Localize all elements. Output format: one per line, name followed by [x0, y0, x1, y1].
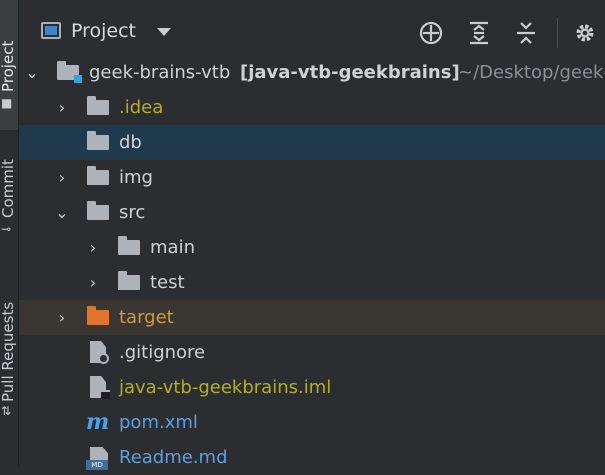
project-tab-icon: ■: [1, 96, 13, 110]
tab-commit[interactable]: Commit: [0, 148, 19, 218]
tree-row-root[interactable]: ⌄ geek-brains-vtb [java-vtb-geekbrains] …: [19, 55, 605, 90]
module-badge-icon: [101, 390, 110, 399]
tree-label: src: [119, 202, 146, 223]
chevron-right-icon[interactable]: ›: [86, 265, 100, 300]
tree-label: main: [150, 237, 195, 258]
view-title[interactable]: Project: [71, 20, 136, 42]
chevron-down-icon[interactable]: ⌄: [25, 55, 39, 90]
tree-row-target[interactable]: › target: [19, 300, 605, 335]
tree-label: java-vtb-geekbrains.iml: [119, 377, 332, 398]
tree-row-main[interactable]: › main: [19, 230, 605, 265]
project-tree: ⌄ geek-brains-vtb [java-vtb-geekbrains] …: [19, 55, 605, 475]
tree-row-test[interactable]: › test: [19, 265, 605, 300]
gear-icon[interactable]: [571, 16, 599, 50]
locate-icon[interactable]: [417, 16, 445, 50]
folder-icon: [87, 201, 109, 220]
tree-label: target: [119, 307, 174, 328]
pull-requests-tab-icon: ⇅: [1, 404, 12, 418]
tool-window-strip: Project ■ Commit ⊸ Pull Requests ⇅: [0, 0, 19, 466]
ignore-badge-icon: [98, 353, 109, 364]
chevron-right-icon[interactable]: ›: [55, 300, 69, 335]
commit-tab-icon: ⊸: [1, 222, 12, 236]
tree-label: .gitignore: [119, 342, 206, 363]
folder-icon: [118, 271, 140, 290]
tree-label: test: [150, 272, 185, 293]
maven-icon: m: [86, 409, 110, 435]
tree-label: Readme.md: [119, 447, 228, 468]
chevron-down-icon[interactable]: ⌄: [55, 195, 69, 230]
tree-row-db[interactable]: db: [19, 125, 605, 160]
tree-label: .idea: [119, 97, 164, 118]
excluded-folder-icon: [87, 306, 109, 325]
tree-row-img[interactable]: › img: [19, 160, 605, 195]
tab-pull-requests[interactable]: Pull Requests: [0, 282, 19, 402]
tab-project[interactable]: Project: [0, 0, 19, 92]
chevron-right-icon[interactable]: ›: [55, 160, 69, 195]
root-name: geek-brains-vtb: [89, 62, 231, 83]
tree-label: db: [119, 132, 142, 153]
expand-all-icon[interactable]: [465, 16, 493, 50]
chevron-right-icon[interactable]: ›: [55, 90, 69, 125]
tree-row-idea[interactable]: › .idea: [19, 90, 605, 125]
tree-row-src[interactable]: ⌄ src: [19, 195, 605, 230]
root-module: [java-vtb-geekbrains]: [240, 62, 460, 83]
tree-label: pom.xml: [119, 412, 198, 433]
markdown-badge-icon: MD: [86, 460, 108, 470]
tree-label: img: [119, 167, 153, 188]
module-folder-icon: [57, 61, 82, 83]
tree-row-gitignore[interactable]: .gitignore: [19, 335, 605, 370]
tree-row-readme[interactable]: MD Readme.md: [19, 440, 605, 475]
chevron-right-icon[interactable]: ›: [86, 230, 100, 265]
folder-icon: [118, 236, 140, 255]
tree-row-iml[interactable]: java-vtb-geekbrains.iml: [19, 370, 605, 405]
root-path: ~/Desktop/geek-: [458, 62, 605, 83]
folder-icon: [87, 166, 109, 185]
tree-row-pom[interactable]: m pom.xml: [19, 405, 605, 440]
folder-icon: [87, 96, 109, 115]
folder-icon: [87, 131, 109, 150]
view-dropdown-icon[interactable]: [157, 28, 171, 36]
collapse-all-icon[interactable]: [512, 16, 540, 50]
project-view-icon: [41, 22, 61, 39]
toolbar-divider: [557, 18, 558, 48]
